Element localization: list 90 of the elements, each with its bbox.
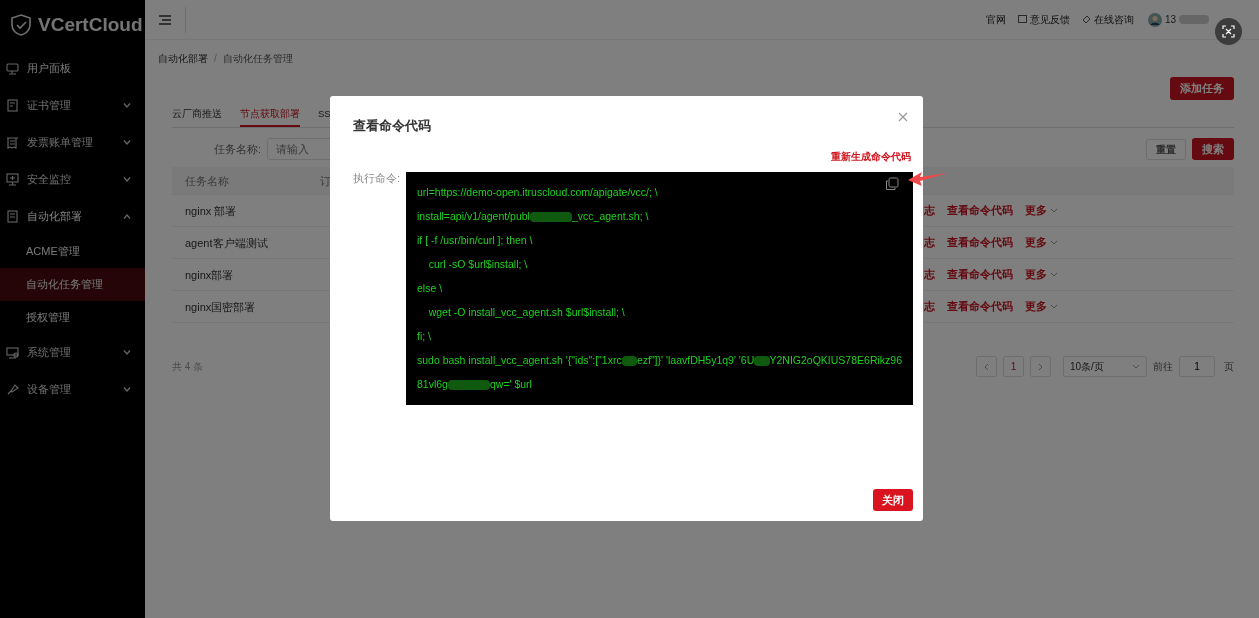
code-text: wget -O install_vcc_agent.sh $url$install; \ [427, 305, 625, 321]
more-menu[interactable]: 更多 [1025, 234, 1058, 251]
tab[interactable]: 节点获取部署 [240, 101, 300, 127]
more-menu[interactable]: 更多 [1025, 266, 1058, 283]
goto-page-field[interactable]: 1 [1179, 356, 1215, 378]
sidebar-item[interactable]: 自动化部署 [0, 198, 145, 235]
more-menu[interactable]: 更多 [1025, 298, 1058, 315]
action-link[interactable]: 查看命令代码 [947, 298, 1013, 315]
sidebar-item[interactable]: 证书管理 [0, 87, 145, 124]
sidebar-item[interactable]: 安全监控 [0, 161, 145, 198]
field-label: 执行命令: [353, 171, 400, 186]
add-task-button[interactable]: 添加任务 [1170, 77, 1234, 100]
capture-icon [1222, 25, 1235, 38]
redaction-mark [754, 356, 770, 366]
breadcrumb-item[interactable]: 自动化部署 [158, 51, 208, 66]
table-cell-text: nginx部署 [184, 267, 234, 283]
dialog-title: 查看命令代码 [353, 117, 431, 135]
action-link[interactable]: 查看命令代码 [947, 202, 1013, 219]
sidebar-subitem[interactable]: ACME管理 [0, 235, 145, 268]
breadcrumb-separator: / [214, 52, 217, 66]
code-text: curl -sO $url$install; \ [427, 257, 528, 273]
code-text: ezf"]}' 'laavfDH5y1q9' '6U [636, 353, 755, 369]
action-link[interactable]: 志 [924, 266, 935, 283]
monitor-icon [6, 62, 19, 75]
menu-icon[interactable] [159, 14, 171, 25]
table-cell-text: nginx国密部署 [184, 299, 256, 315]
breadcrumb-item: 自动化任务管理 [222, 52, 293, 66]
user-name[interactable]: 13 [1164, 12, 1176, 27]
more-menu[interactable]: 更多 [1025, 202, 1058, 219]
chevron-down-icon [1132, 364, 1140, 370]
feedback-icon [1017, 15, 1027, 24]
code-text: install=api/v1/agent/publ [417, 209, 530, 225]
header-link[interactable]: 在线咨询 [1081, 12, 1134, 27]
sidebar-item[interactable]: 用户面板 [0, 50, 145, 87]
sidebar-item[interactable]: 设备管理 [0, 371, 145, 408]
sidebar-subitem[interactable]: 自动化任务管理 [0, 268, 145, 301]
document-icon [6, 210, 19, 223]
logo-text: VCertCloud [38, 12, 143, 37]
code-text: fi; \ [417, 329, 431, 345]
redaction-mark [447, 380, 490, 390]
reset-button[interactable]: 重置 [1146, 138, 1186, 160]
logo-icon [10, 14, 32, 36]
code-text: url=https://demo-open.itruscloud.com/apigate/vcc/; \ [417, 185, 658, 201]
redaction-mark [621, 356, 637, 366]
tab[interactable]: 云厂商推送 [172, 101, 222, 127]
copy-icon[interactable] [885, 177, 899, 191]
monitor-icon [6, 346, 19, 359]
chevron-right-icon [1038, 362, 1043, 371]
code-text: else \ [417, 281, 443, 297]
action-link[interactable]: 志 [924, 234, 935, 251]
monitor-icon [6, 173, 19, 186]
annotation-arrow [908, 170, 948, 186]
chevron-down-icon [1050, 272, 1058, 278]
redaction-mark [529, 212, 572, 222]
chevron-down-icon [1050, 208, 1058, 214]
table-cell-text: agent客户端测试 [184, 235, 268, 251]
action-link[interactable]: 志 [924, 298, 935, 315]
chevron-left-icon [984, 362, 989, 371]
header-link[interactable]: 意见反馈 [1017, 12, 1070, 27]
chevron-down-icon [1050, 304, 1058, 310]
code-text: sudo bash install_vcc_agent.sh '{"ids":["1xrc [417, 353, 622, 369]
sidebar-item[interactable]: 发票账单管理 [0, 124, 145, 161]
close-button[interactable]: 关闭 [873, 488, 913, 511]
code-text: if [ -f /usr/bin/curl ]; then \ [417, 233, 533, 249]
page-unit-label: 页 [1224, 360, 1234, 375]
code-text: qw=' $url [489, 377, 532, 393]
sidebar-item[interactable]: 系统管理 [0, 334, 145, 371]
table-cell-text: nginx 部署 [184, 203, 237, 219]
receipt-icon [6, 136, 19, 149]
page-button[interactable]: 1 [1003, 356, 1024, 378]
document-icon [6, 99, 19, 112]
tool-icon [6, 383, 19, 396]
code-text: 81vl6g [417, 377, 448, 393]
action-link[interactable]: 志 [924, 202, 935, 219]
avatar[interactable] [1147, 12, 1162, 27]
regenerate-link[interactable]: 重新生成命令代码 [831, 149, 911, 164]
chat-icon [1081, 15, 1091, 24]
action-link[interactable]: 查看命令代码 [947, 234, 1013, 251]
filter-label: 任务名称: [214, 141, 262, 157]
page-size-select[interactable]: 10条/页 [1063, 356, 1147, 378]
header-link[interactable]: 官网 [985, 12, 1006, 27]
action-link[interactable]: 查看命令代码 [947, 266, 1013, 283]
chevron-down-icon [1050, 240, 1058, 246]
sidebar-subitem[interactable]: 授权管理 [0, 301, 145, 334]
tab[interactable]: SS [318, 101, 331, 127]
goto-label: 前往 [1153, 360, 1173, 375]
code-text: _vcc_agent.sh; \ [571, 209, 649, 225]
code-text: Y2NIG2oQKIUS78E6Rikz96 [769, 353, 902, 369]
redaction-mark [1179, 15, 1209, 24]
search-button[interactable]: 搜索 [1192, 137, 1234, 161]
